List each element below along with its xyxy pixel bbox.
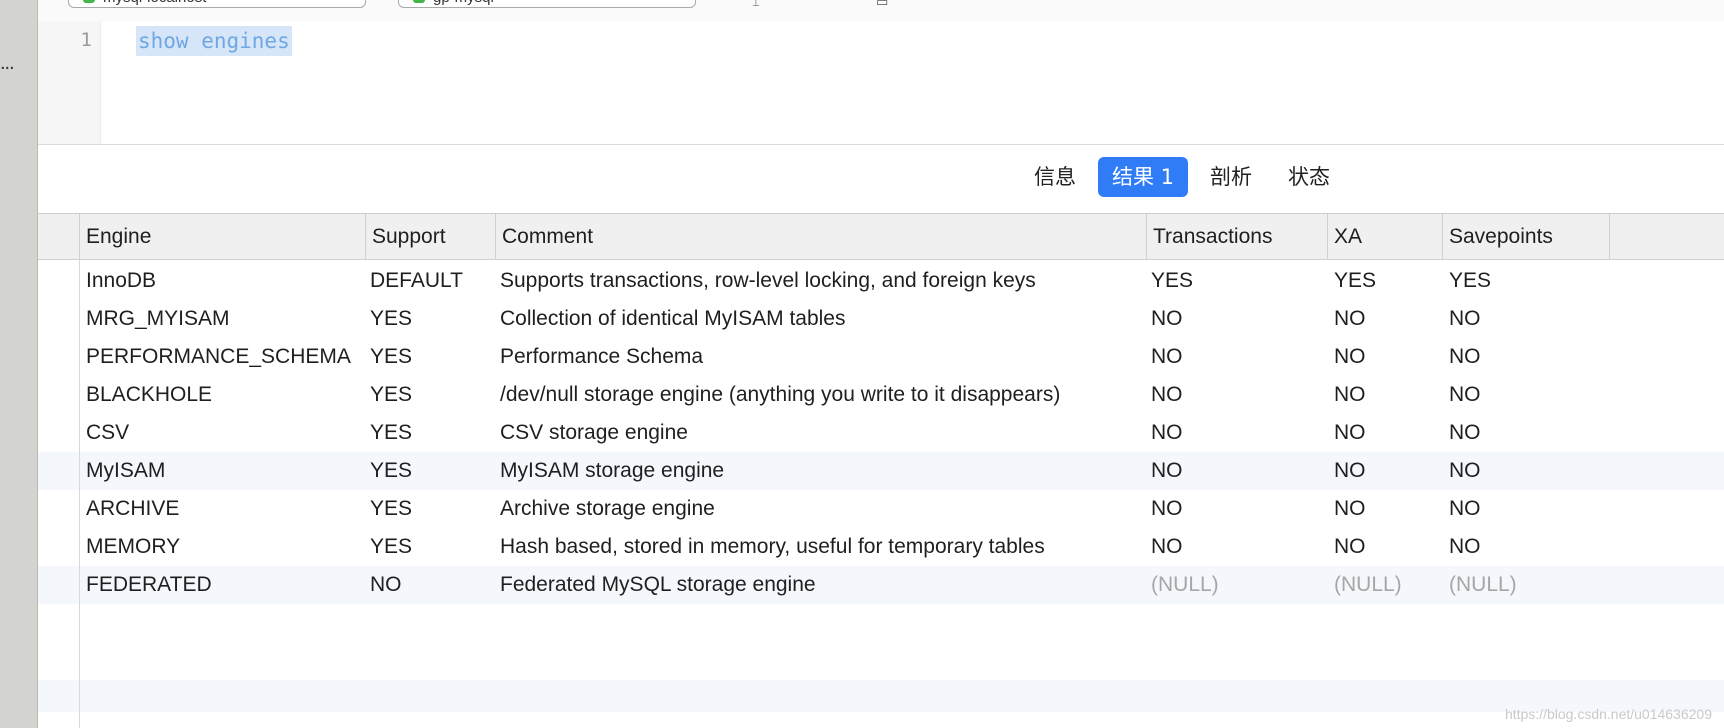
cell-savepoints: (NULL) [1449,573,1517,596]
column-header-transactions[interactable]: Transactions [1147,214,1328,259]
cell-comment: Hash based, stored in memory, useful for… [500,535,1045,558]
sidebar-ellipsis[interactable]: ... [0,52,15,75]
database-icon [413,0,425,3]
column-header-xa[interactable]: XA [1328,214,1443,259]
column-header-engine[interactable]: Engine [80,214,366,259]
cell-xa: NO [1334,459,1366,482]
result-grid: Engine Support Comment Transactions XA S… [38,213,1724,728]
cell-transactions: NO [1151,497,1183,520]
empty-row [38,680,1724,712]
cell-support: YES [370,497,413,520]
cell-engine: ARCHIVE [86,497,180,520]
cell-engine: BLACKHOLE [86,383,213,406]
query-toolbar: mysql-localhost gp-mysql ⌶ ▭ [38,0,1724,22]
line-number: 1 [80,29,92,51]
cell-support: YES [370,345,413,368]
table-row[interactable]: ARCHIVE YES Archive storage engine NO NO… [38,490,1724,528]
tab-status[interactable]: 状态 [1274,157,1344,197]
cell-comment: CSV storage engine [500,421,688,444]
cell-comment: MyISAM storage engine [500,459,725,482]
cell-comment: Collection of identical MyISAM tables [500,307,846,330]
cell-comment: Supports transactions, row-level locking… [500,269,1036,292]
cell-support: YES [370,459,413,482]
cell-engine: PERFORMANCE_SCHEMA [86,345,351,368]
watermark: https://blog.csdn.net/u014636209 [1504,706,1712,722]
cell-support: DEFAULT [370,269,463,292]
cell-engine: CSV [86,421,130,444]
cell-xa: NO [1334,497,1366,520]
cell-transactions: NO [1151,345,1183,368]
cell-savepoints: NO [1449,459,1481,482]
cell-xa: YES [1334,269,1377,292]
table-row[interactable]: BLACKHOLE YES /dev/null storage engine (… [38,376,1724,414]
cell-comment: Archive storage engine [500,497,715,520]
result-tabs: 信息 结果 1 剖析 状态 [1020,157,1344,197]
table-row[interactable]: MyISAM YES MyISAM storage engine NO NO N… [38,452,1724,490]
cell-savepoints: YES [1449,269,1492,292]
cell-engine: MEMORY [86,535,181,558]
cell-engine: MyISAM [86,459,166,482]
cell-transactions: NO [1151,383,1183,406]
cell-xa: NO [1334,421,1366,444]
cell-engine: FEDERATED [86,573,212,596]
cell-savepoints: NO [1449,421,1481,444]
cell-comment: Federated MySQL storage engine [500,573,816,596]
run-icon[interactable]: ⌶ [752,0,760,10]
table-row[interactable]: InnoDB DEFAULT Supports transactions, ro… [38,262,1724,300]
cell-transactions: (NULL) [1151,573,1219,596]
cell-xa: NO [1334,535,1366,558]
cell-support: YES [370,535,413,558]
table-row[interactable]: MRG_MYISAM YES Collection of identical M… [38,300,1724,338]
explain-icon[interactable]: ▭ [876,0,888,10]
cell-xa: (NULL) [1334,573,1402,596]
row-number-column-divider [79,260,80,728]
row-number-header [38,214,80,259]
cell-savepoints: NO [1449,497,1481,520]
connection-selector-label: mysql-localhost [103,0,206,6]
cell-transactions: NO [1151,307,1183,330]
cell-savepoints: NO [1449,345,1481,368]
cell-transactions: NO [1151,421,1183,444]
cell-support: YES [370,421,413,444]
cell-transactions: NO [1151,535,1183,558]
line-gutter: 1 [38,21,101,144]
cell-transactions: YES [1151,269,1194,292]
table-row[interactable]: PERFORMANCE_SCHEMA YES Performance Schem… [38,338,1724,376]
cell-savepoints: NO [1449,307,1481,330]
column-header-comment[interactable]: Comment [496,214,1147,259]
cell-xa: NO [1334,345,1366,368]
cell-support: YES [370,307,413,330]
table-row[interactable]: MEMORY YES Hash based, stored in memory,… [38,528,1724,566]
cell-savepoints: NO [1449,535,1481,558]
database-selector[interactable]: gp-mysql [398,0,696,8]
tab-info[interactable]: 信息 [1020,157,1090,197]
left-sidebar-strip: ... [0,0,38,728]
cell-engine: InnoDB [86,269,157,292]
cell-xa: NO [1334,307,1366,330]
cell-comment: Performance Schema [500,345,704,368]
table-row[interactable]: FEDERATED NO Federated MySQL storage eng… [38,566,1724,604]
cell-savepoints: NO [1449,383,1481,406]
column-header-support[interactable]: Support [366,214,496,259]
connection-selector[interactable]: mysql-localhost [68,0,366,8]
cell-engine: MRG_MYISAM [86,307,230,330]
cell-xa: NO [1334,383,1366,406]
cell-support: YES [370,383,413,406]
sql-text[interactable]: show engines [136,26,292,56]
column-header-savepoints[interactable]: Savepoints [1443,214,1610,259]
database-selector-label: gp-mysql [433,0,494,6]
table-row[interactable]: CSV YES CSV storage engine NO NO NO [38,414,1724,452]
connection-icon [83,0,95,3]
tab-result-1[interactable]: 结果 1 [1098,157,1189,197]
cell-comment: /dev/null storage engine (anything you w… [500,383,1061,406]
cell-support: NO [370,573,402,596]
grid-header: Engine Support Comment Transactions XA S… [38,213,1724,260]
tab-profile[interactable]: 剖析 [1196,157,1266,197]
sql-editor[interactable]: 1 show engines [38,21,1724,145]
cell-transactions: NO [1151,459,1183,482]
